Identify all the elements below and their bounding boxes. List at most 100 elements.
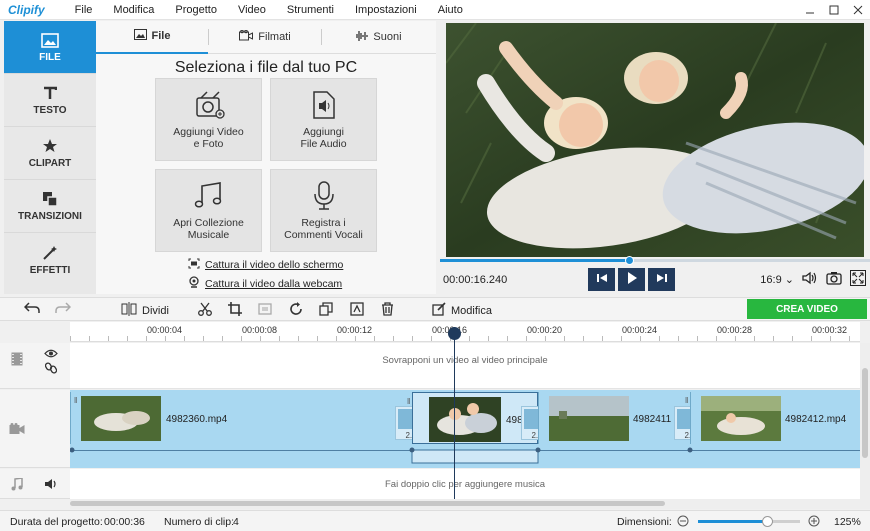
fullscreen-icon[interactable] [850, 270, 866, 289]
record-voice-comments-button[interactable]: Registra i Commenti Vocali [270, 169, 377, 252]
camera-icon[interactable] [826, 271, 842, 288]
delete-button[interactable] [381, 302, 394, 319]
timeline-ruler[interactable]: 00:00:0400:00:0800:00:1200:00:1600:00:20… [70, 322, 860, 342]
tab-effetti[interactable]: EFFETTI [4, 233, 96, 286]
volume-icon[interactable] [802, 271, 818, 288]
cut-button[interactable] [198, 302, 212, 319]
aspect-ratio-select[interactable]: 16:9 ⌄ [760, 273, 794, 286]
filmstrip-icon [11, 352, 23, 369]
tab-label: FILE [39, 52, 61, 63]
tab-label: TESTO [33, 105, 67, 116]
undo-button[interactable] [23, 302, 40, 317]
link-icon[interactable] [44, 362, 58, 377]
menubar: Clipify File Modifica Progetto Video Str… [0, 0, 870, 20]
zoom-slider-fill [698, 520, 768, 523]
playhead-line[interactable] [454, 327, 455, 499]
skip-back-icon [596, 273, 607, 286]
scrollbar-thumb[interactable] [70, 501, 665, 506]
ruler-tick [716, 336, 717, 341]
menu-video[interactable]: Video [238, 4, 266, 16]
rotate-button[interactable] [289, 302, 303, 319]
menu-modifica[interactable]: Modifica [113, 4, 154, 16]
video-clip[interactable]: 4982411 [538, 392, 688, 444]
ruler-tick [317, 336, 318, 341]
trash-icon [381, 302, 394, 319]
ruler-tick-label: 00:00:04 [147, 325, 183, 335]
music-track[interactable]: Fai doppio clic per aggiungere musica [70, 469, 860, 499]
redo-button[interactable] [55, 302, 72, 317]
tab-file[interactable]: FILE [4, 21, 96, 74]
zoom-in-icon[interactable] [808, 515, 820, 530]
menu-file[interactable]: File [75, 4, 93, 16]
overlay-track[interactable]: Sovrapponi un video al video principale [70, 343, 860, 389]
video-track-header [0, 390, 70, 468]
ruler-tick [298, 336, 299, 341]
subtab-file[interactable]: File [96, 21, 208, 54]
crop-button[interactable] [228, 302, 242, 319]
menu-impostazioni[interactable]: Impostazioni [355, 4, 417, 16]
play-button[interactable] [618, 268, 645, 291]
preview-right-controls: 16:9 ⌄ [760, 270, 866, 289]
ruler-tick [431, 336, 432, 341]
tab-clipart[interactable]: CLIPART [4, 127, 96, 180]
app-logo: Clipify [8, 2, 45, 17]
zoom-slider[interactable] [698, 516, 800, 527]
zoom-out-icon[interactable] [677, 515, 689, 530]
timeline-horizontal-scrollbar[interactable] [70, 499, 860, 509]
open-music-collection-button[interactable]: Apri Collezione Musicale [155, 169, 262, 252]
ruler-tick [184, 336, 185, 341]
tab-testo[interactable]: TESTO [4, 74, 96, 127]
video-track[interactable]: ‖ 4982360.mp4 2.0 ‖ 498 2.0 4982411 2.0 … [70, 390, 860, 468]
zoom-slider-handle[interactable] [762, 516, 773, 527]
menu-progetto[interactable]: Progetto [175, 4, 217, 16]
split-button[interactable]: Dividi [121, 302, 169, 319]
freeze-frame-button[interactable] [258, 302, 272, 319]
add-audio-file-button[interactable]: Aggiungi File Audio [270, 78, 377, 161]
music-hint: Fai doppio clic per aggiungere musica [384, 479, 545, 490]
speaker-icon[interactable] [44, 478, 58, 493]
ruler-tick [621, 336, 622, 341]
capture-screen-link[interactable]: Cattura il video dello schermo [188, 258, 343, 272]
video-clip-selected[interactable]: ‖ 498 [407, 392, 538, 444]
subtab-suoni[interactable]: Suoni [322, 21, 434, 54]
add-video-photo-button[interactable]: Aggiungi Video e Foto [155, 78, 262, 161]
ruler-tick-label: 00:00:32 [812, 325, 848, 335]
maximize-icon[interactable] [822, 0, 846, 20]
file-panel: File Filmati Suoni Seleziona i file dal … [96, 21, 436, 294]
video-clip[interactable]: ‖ 4982360.mp4 [70, 392, 405, 444]
tile-line2: Commenti Vocali [284, 228, 363, 241]
playback-progress-handle[interactable] [625, 256, 635, 265]
playhead-handle[interactable] [448, 327, 461, 340]
eye-icon[interactable] [44, 349, 58, 361]
undo-icon [23, 302, 40, 317]
menu-aiuto[interactable]: Aiuto [438, 4, 463, 16]
modify-button[interactable]: Modifica [432, 302, 492, 319]
clip-name: 4982411 [633, 414, 672, 425]
clip-name: 4982412.mp4 [785, 414, 847, 425]
minimize-icon[interactable] [798, 0, 822, 20]
ruler-tick [754, 336, 755, 341]
tab-label: EFFETTI [29, 264, 71, 276]
clip-thumbnail [81, 396, 161, 441]
capture-webcam-link[interactable]: Cattura il video dalla webcam [188, 276, 342, 291]
video-clip[interactable]: ‖ 4982412.mp4 [685, 392, 860, 444]
ruler-tick-label: 00:00:08 [242, 325, 278, 335]
copy-button[interactable] [319, 302, 333, 319]
close-icon[interactable] [846, 0, 870, 20]
subtab-bar: File Filmati Suoni [96, 21, 436, 54]
playback-progress-track[interactable] [440, 256, 870, 265]
edit-icon [432, 302, 446, 319]
ruler-tick [469, 336, 470, 341]
webcam-icon [188, 276, 200, 291]
ruler-tick [659, 336, 660, 341]
subtab-filmati[interactable]: Filmati [209, 21, 321, 54]
menu-strumenti[interactable]: Strumenti [287, 4, 334, 16]
subtab-label: File [151, 30, 171, 42]
create-video-button[interactable]: CREA VIDEO [747, 299, 867, 319]
timeline-vertical-scrollbar[interactable] [860, 343, 870, 509]
tab-transizioni[interactable]: TRANSIZIONI [4, 180, 96, 233]
next-button[interactable] [648, 268, 675, 291]
clip-settings-button[interactable] [350, 302, 364, 319]
previous-button[interactable] [588, 268, 615, 291]
scrollbar-thumb[interactable] [862, 368, 868, 458]
